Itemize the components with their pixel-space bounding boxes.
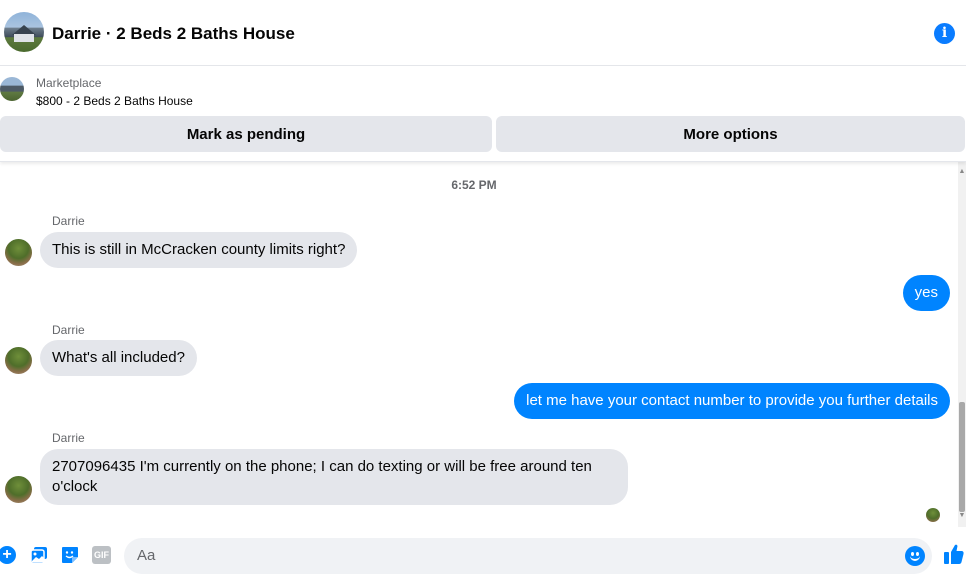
photo-icon[interactable] bbox=[30, 546, 48, 564]
sender-name: Darrie bbox=[52, 214, 85, 228]
scroll-up-arrow-icon[interactable]: ▲ bbox=[958, 168, 966, 176]
incoming-message: 2707096435 I'm currently on the phone; I… bbox=[40, 449, 628, 505]
listing-thumbnail[interactable] bbox=[0, 77, 24, 101]
more-options-button[interactable]: More options bbox=[496, 116, 965, 152]
sender-name: Darrie bbox=[52, 323, 85, 337]
sender-avatar[interactable] bbox=[5, 239, 32, 266]
marketplace-label: Marketplace bbox=[36, 76, 102, 90]
scrollbar-thumb[interactable] bbox=[959, 402, 965, 512]
sender-name: Darrie bbox=[52, 431, 85, 445]
plus-icon[interactable]: + bbox=[0, 546, 16, 564]
message-input-placeholder: Aa bbox=[137, 547, 156, 564]
message-composer: + GIF Aa bbox=[0, 527, 966, 583]
info-icon[interactable]: i bbox=[934, 23, 955, 44]
message-input[interactable]: Aa bbox=[124, 538, 932, 574]
gif-icon[interactable]: GIF bbox=[92, 546, 111, 564]
marketplace-listing-panel: Marketplace $800 - 2 Beds 2 Baths House … bbox=[0, 66, 966, 162]
emoji-icon[interactable] bbox=[905, 546, 925, 566]
sender-avatar[interactable] bbox=[5, 347, 32, 374]
outgoing-message: let me have your contact number to provi… bbox=[514, 383, 950, 419]
chat-header: Darrie · 2 Beds 2 Baths House i bbox=[0, 0, 966, 66]
incoming-message: What's all included? bbox=[40, 340, 197, 376]
message-timestamp: 6:52 PM bbox=[451, 178, 497, 192]
sender-avatar[interactable] bbox=[5, 476, 32, 503]
mark-as-pending-button[interactable]: Mark as pending bbox=[0, 116, 492, 152]
message-list: 6:52 PM Darrie This is still in McCracke… bbox=[0, 162, 958, 527]
messenger-chat-window: Darrie · 2 Beds 2 Baths House i Marketpl… bbox=[0, 0, 966, 583]
sticker-icon[interactable] bbox=[61, 546, 79, 564]
listing-title[interactable]: $800 - 2 Beds 2 Baths House bbox=[36, 94, 193, 108]
conversation-title[interactable]: Darrie · 2 Beds 2 Baths House bbox=[52, 24, 295, 44]
like-icon[interactable] bbox=[943, 543, 965, 565]
message-scrollbar[interactable]: ▲ ▼ bbox=[958, 162, 966, 527]
incoming-message: This is still in McCracken county limits… bbox=[40, 232, 358, 268]
conversation-avatar[interactable] bbox=[4, 12, 44, 52]
seen-indicator-avatar bbox=[926, 508, 940, 522]
scroll-down-arrow-icon[interactable]: ▼ bbox=[958, 512, 966, 520]
outgoing-message: yes bbox=[902, 275, 950, 311]
